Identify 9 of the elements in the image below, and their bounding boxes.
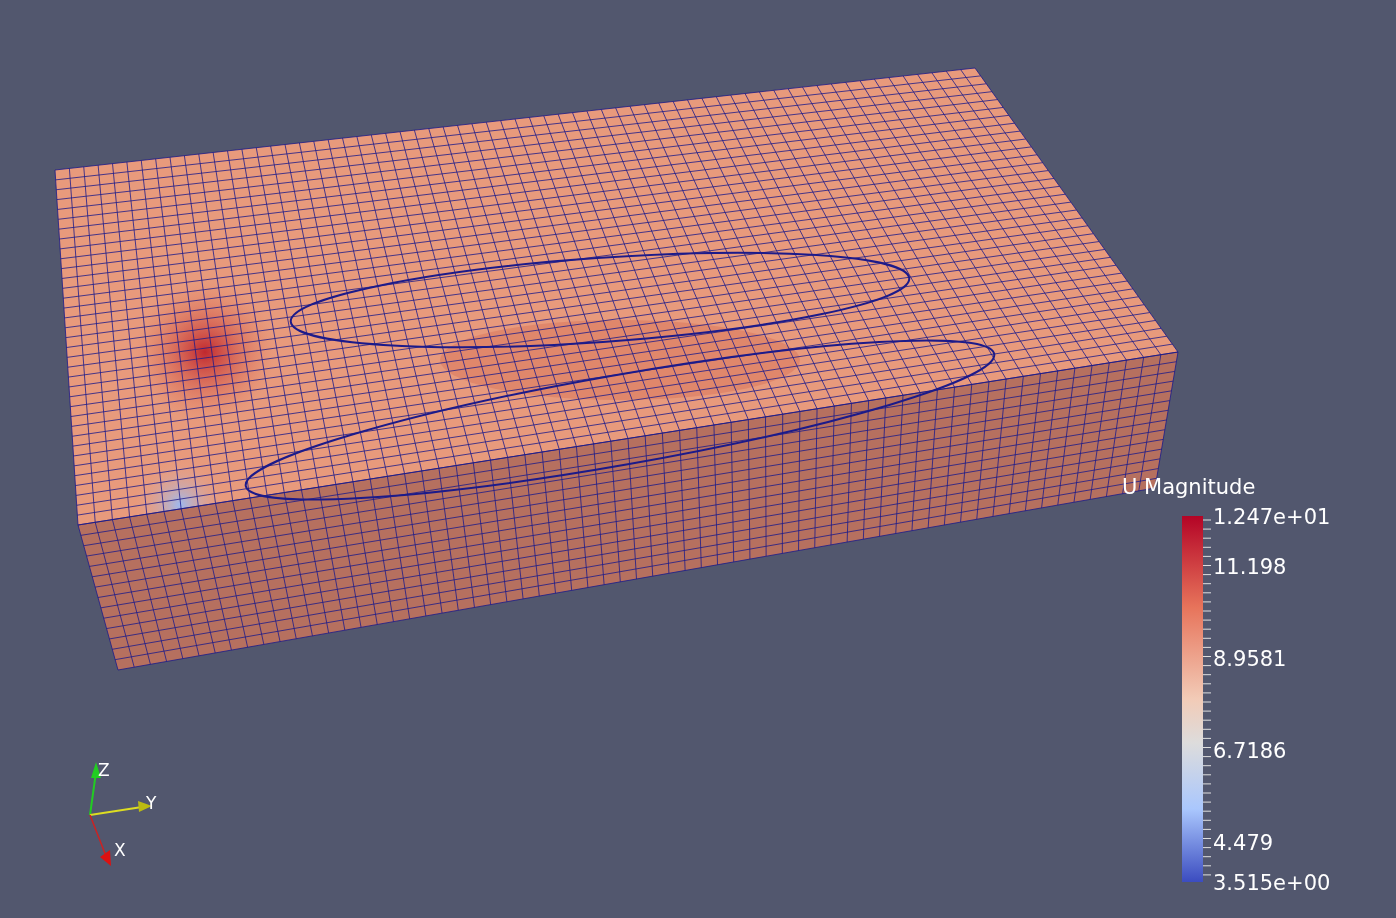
legend-label: 11.198 xyxy=(1213,555,1287,579)
legend-label: 1.247e+01 xyxy=(1213,505,1331,529)
legend-label: 4.479 xyxy=(1213,831,1274,855)
legend-label: 6.7186 xyxy=(1213,739,1287,763)
axis-label: Y xyxy=(146,793,157,813)
axis-label: X xyxy=(114,840,126,860)
axis-label: Z xyxy=(98,760,110,780)
legend-label: 8.9581 xyxy=(1213,647,1287,671)
legend-label: 3.515e+00 xyxy=(1213,871,1331,895)
